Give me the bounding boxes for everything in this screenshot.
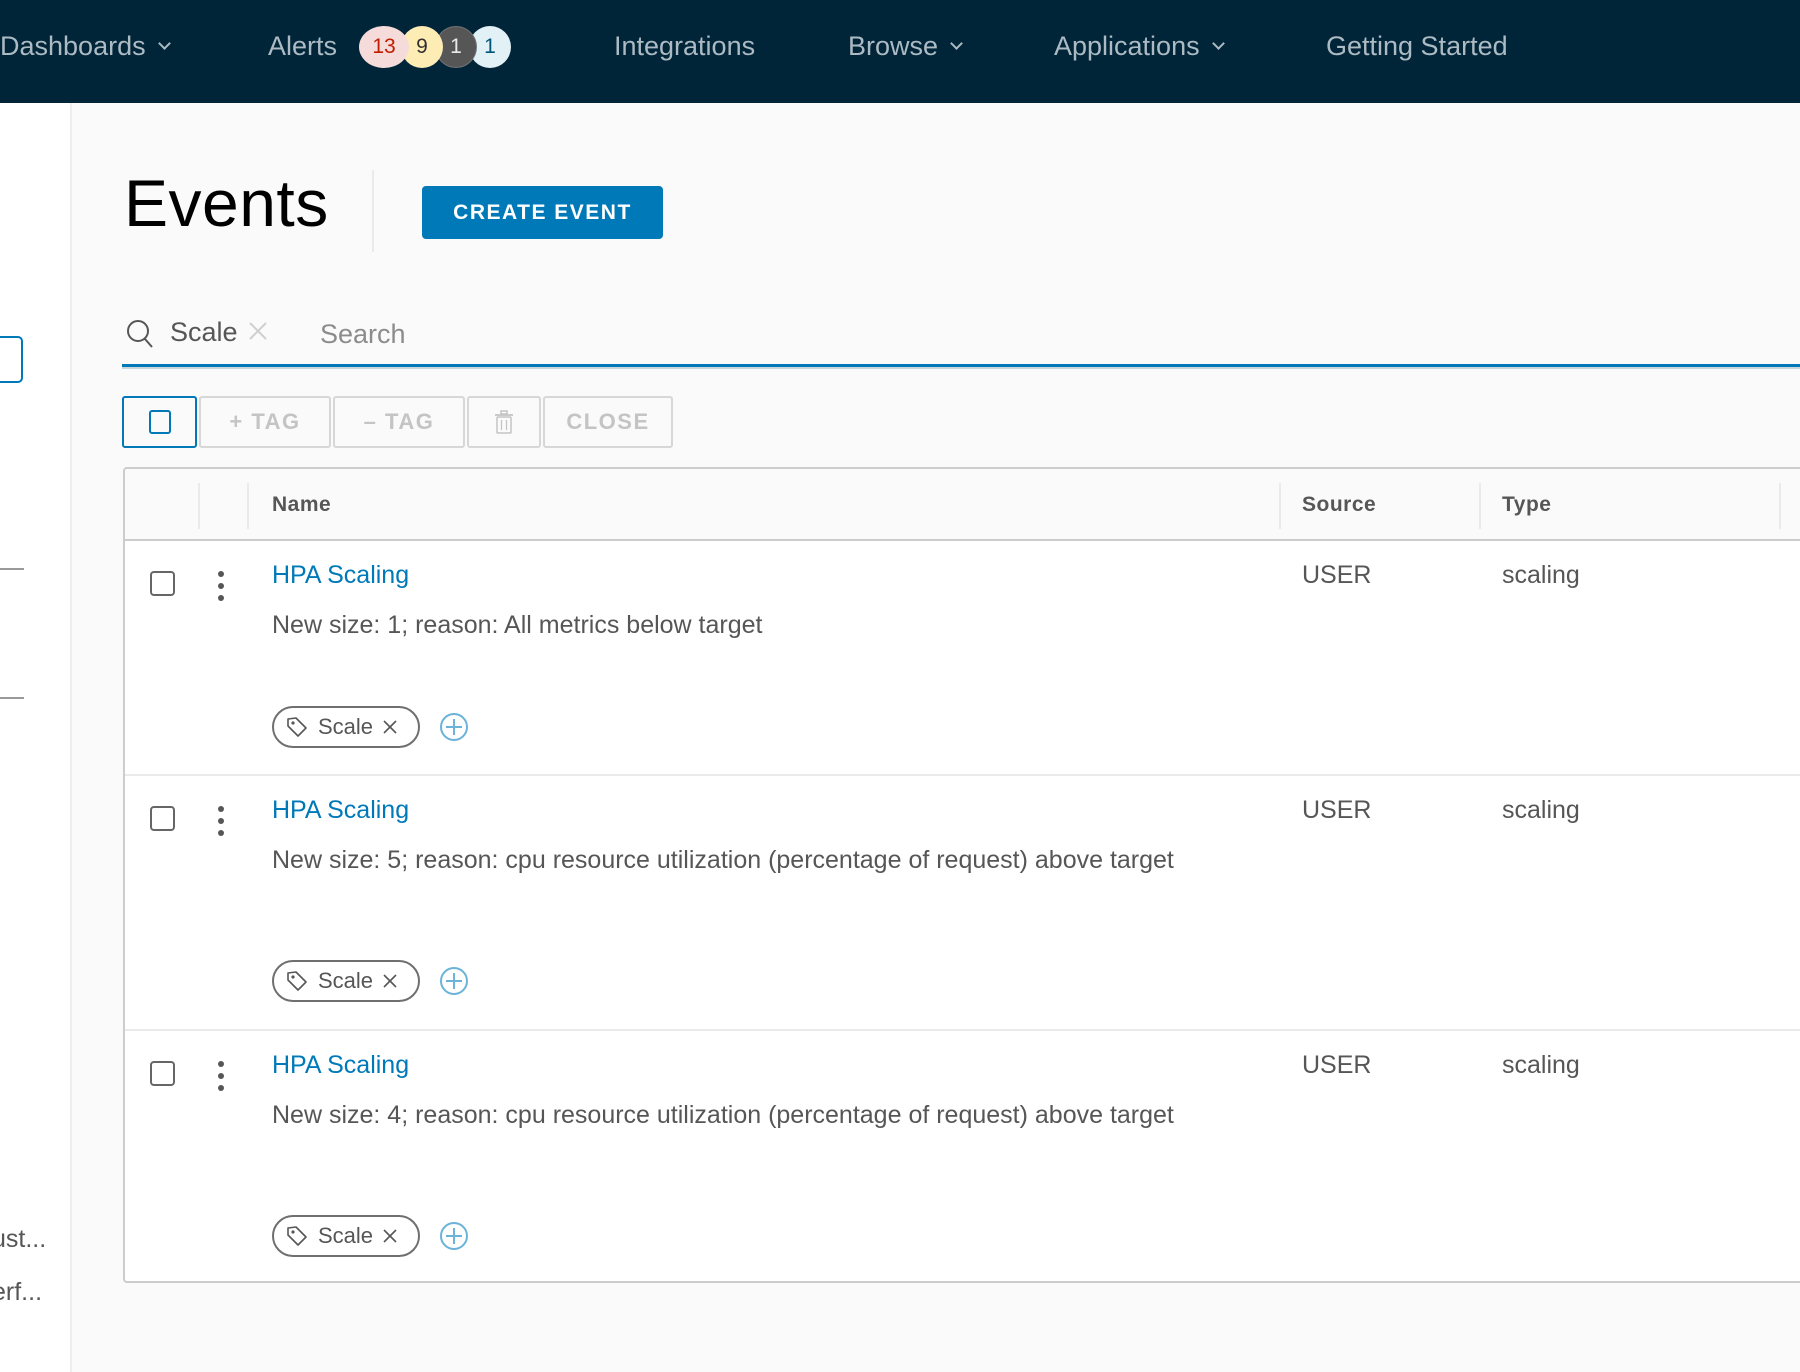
kebab-menu-icon[interactable] <box>215 806 227 836</box>
event-source: USER <box>1302 561 1372 589</box>
nav-getting-started-label: Getting Started <box>1326 30 1508 61</box>
column-divider[interactable] <box>1479 483 1481 529</box>
row-checkbox[interactable] <box>150 1061 175 1086</box>
sidebar-divider <box>0 697 24 699</box>
tag-icon <box>287 1226 307 1246</box>
sidebar-item[interactable]: ust... <box>0 1225 46 1254</box>
event-description: New size: 5; reason: cpu resource utiliz… <box>272 846 1174 874</box>
event-type: scaling <box>1502 796 1580 824</box>
table-row: HPA Scaling New size: 5; reason: cpu res… <box>125 776 1800 1031</box>
close-button[interactable]: CLOSE <box>543 396 673 448</box>
delete-button[interactable] <box>467 396 541 448</box>
tag-icon <box>287 971 307 991</box>
column-header-name[interactable]: Name <box>272 469 331 541</box>
nav-applications-label: Applications <box>1054 30 1200 61</box>
chevron-down-icon <box>1211 36 1225 50</box>
checkbox-icon <box>148 410 171 434</box>
search-filter-chip: Scale <box>170 317 238 347</box>
create-event-button[interactable]: CREATE EVENT <box>422 186 663 239</box>
sidebar-item[interactable]: erf... <box>0 1278 42 1307</box>
column-divider[interactable] <box>1779 483 1781 529</box>
nav-dashboards[interactable]: Dashboards <box>0 28 171 64</box>
event-description: New size: 4; reason: cpu resource utiliz… <box>272 1101 1174 1129</box>
column-divider[interactable] <box>1279 483 1281 529</box>
nav-alerts-label: Alerts <box>268 30 338 61</box>
column-header-source[interactable]: Source <box>1302 469 1376 541</box>
add-tag-icon[interactable] <box>439 712 469 742</box>
add-tag-button[interactable]: + TAG <box>199 396 331 448</box>
chevron-down-icon <box>950 36 963 50</box>
title-divider <box>372 170 374 252</box>
search-icon <box>127 320 153 348</box>
top-nav: Dashboards Alerts 13 9 1 1 Integrations … <box>0 0 1800 103</box>
remove-tag-icon[interactable] <box>383 720 397 734</box>
nav-integrations-label: Integrations <box>614 30 756 61</box>
event-description: New size: 1; reason: All metrics below t… <box>272 611 763 639</box>
sidebar-divider <box>0 568 24 570</box>
nav-integrations[interactable]: Integrations <box>614 28 755 64</box>
kebab-menu-icon[interactable] <box>215 1061 227 1091</box>
remove-filter-icon[interactable] <box>248 321 268 341</box>
nav-browse-label: Browse <box>848 30 939 61</box>
tag-label: Scale <box>318 968 374 993</box>
nav-browse[interactable]: Browse <box>848 28 963 64</box>
column-divider <box>198 483 200 529</box>
select-all-checkbox[interactable] <box>122 396 197 448</box>
page-title: Events <box>124 166 329 240</box>
tag-label: Scale <box>318 714 374 739</box>
remove-tag-icon[interactable] <box>383 1229 397 1243</box>
table-row: HPA Scaling New size: 4; reason: cpu res… <box>125 1031 1800 1281</box>
nav-applications[interactable]: Applications <box>1054 28 1225 64</box>
column-divider <box>247 483 249 529</box>
tag-pill[interactable]: Scale <box>272 706 420 748</box>
nav-alerts[interactable]: Alerts <box>268 28 337 64</box>
event-name-link[interactable]: HPA Scaling <box>272 796 409 825</box>
alert-badges[interactable]: 13 9 1 1 <box>359 26 511 68</box>
alert-badge-severe[interactable]: 13 <box>359 26 409 68</box>
event-name-link[interactable]: HPA Scaling <box>272 1051 409 1080</box>
tag-icon <box>287 717 307 737</box>
column-header-type[interactable]: Type <box>1502 469 1551 541</box>
event-source: USER <box>1302 796 1372 824</box>
kebab-menu-icon[interactable] <box>215 571 227 601</box>
event-type: scaling <box>1502 561 1580 589</box>
remove-tag-button[interactable]: – TAG <box>333 396 465 448</box>
row-checkbox[interactable] <box>150 806 175 831</box>
tag-label: Scale <box>318 1223 374 1248</box>
add-tag-icon[interactable] <box>439 1221 469 1251</box>
event-source: USER <box>1302 1051 1372 1079</box>
search-bar: Scale <box>122 305 1800 369</box>
chevron-down-icon <box>157 36 171 50</box>
search-input[interactable] <box>320 313 1720 355</box>
sidebar-selected-item[interactable] <box>0 336 23 383</box>
trash-icon <box>495 410 513 434</box>
bulk-actions-toolbar: + TAG – TAG CLOSE <box>122 396 675 448</box>
nav-getting-started[interactable]: Getting Started <box>1326 28 1508 64</box>
table-row: HPA Scaling New size: 1; reason: All met… <box>125 541 1800 776</box>
add-tag-icon[interactable] <box>439 966 469 996</box>
tag-pill[interactable]: Scale <box>272 960 420 1002</box>
events-table: Name Source Type HPA Scaling New size: 1… <box>123 467 1800 1283</box>
event-type: scaling <box>1502 1051 1580 1079</box>
remove-tag-icon[interactable] <box>383 974 397 988</box>
tag-pill[interactable]: Scale <box>272 1215 420 1257</box>
nav-dashboards-label: Dashboards <box>0 30 146 61</box>
row-checkbox[interactable] <box>150 571 175 596</box>
sidebar: ust... erf... <box>0 103 72 1372</box>
event-name-link[interactable]: HPA Scaling <box>272 561 409 590</box>
table-header: Name Source Type <box>125 469 1800 541</box>
